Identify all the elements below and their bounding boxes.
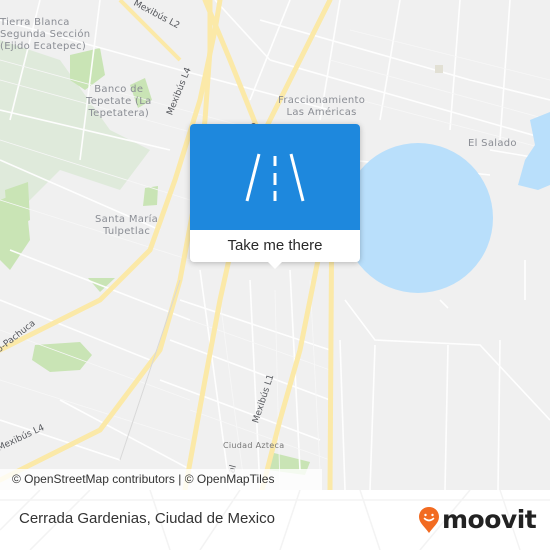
- place-label-fraccionamiento-las-americas: Fraccionamiento Las Américas: [278, 95, 366, 118]
- place-name: Cerrada Gardenias, Ciudad de Mexico: [19, 510, 275, 527]
- place-label-tierra-blanca: Tierra Blanca Segunda Sección (Ejido Ecate…: [0, 17, 91, 52]
- take-me-there-button[interactable]: Take me there: [190, 230, 360, 262]
- rail-line: [119, 279, 181, 461]
- map-attribution[interactable]: © OpenStreetMap contributors | © OpenMap…: [0, 469, 322, 490]
- map[interactable]: Tierra Blanca Segunda Sección (Ejido Ecate…: [0, 0, 550, 490]
- moovit-pin-icon: [419, 507, 439, 533]
- moovit-logo[interactable]: moovit: [418, 505, 537, 534]
- moovit-wordmark: moovit: [442, 505, 537, 534]
- lake: [343, 143, 493, 293]
- road-icon: [245, 153, 305, 202]
- take-me-there-popup[interactable]: Take me there: [190, 124, 360, 269]
- place-label-banco-de-tepetate: Banco de Tepetate (La Tepetatera): [86, 84, 152, 119]
- place-label-santa-maria-tulpetlac: Santa María Tulpetlac: [95, 214, 159, 237]
- park-area: [32, 342, 92, 372]
- popup-pointer: [267, 261, 283, 269]
- popup-header[interactable]: [190, 124, 360, 230]
- place-label-ciudad-azteca: Ciudad Azteca: [223, 441, 285, 450]
- water-body: [518, 112, 550, 190]
- place-label-el-salado: El Salado: [468, 138, 517, 149]
